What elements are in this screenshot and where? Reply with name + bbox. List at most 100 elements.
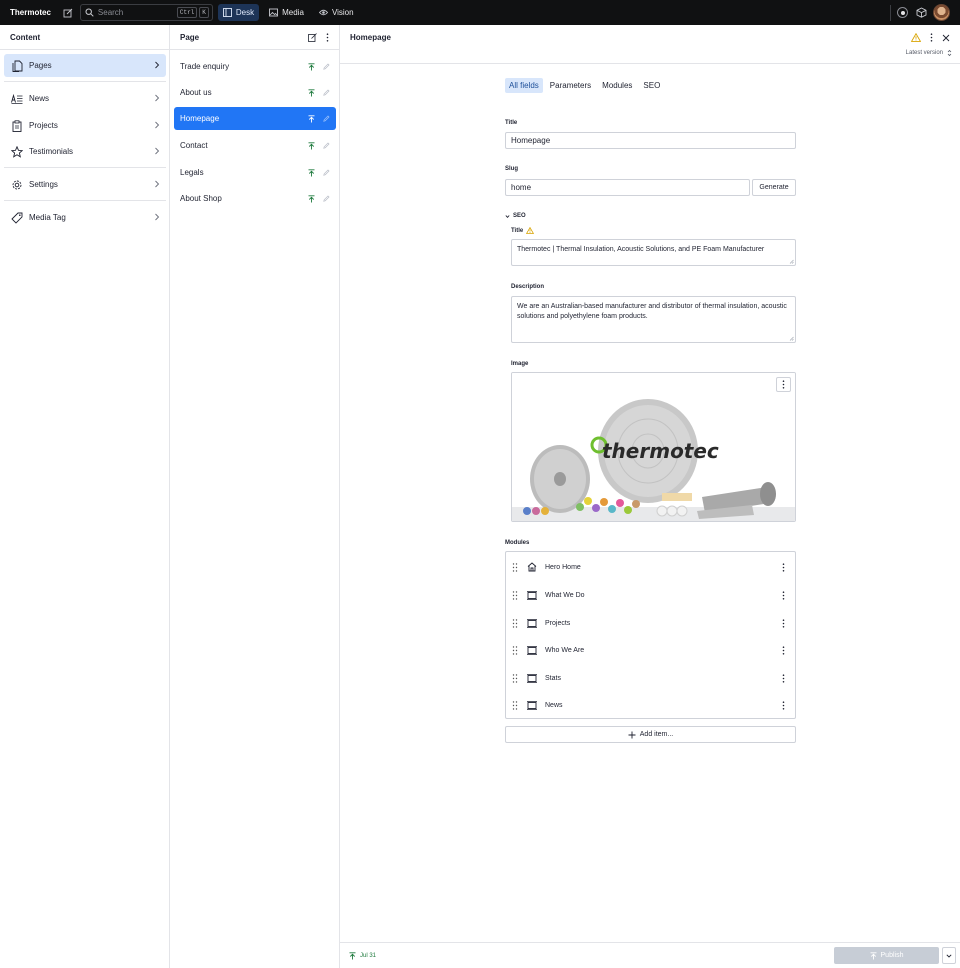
version-select[interactable]: Latest version <box>906 49 952 57</box>
chevron-up-down-icon <box>947 49 952 57</box>
search-input[interactable]: Search Ctrl K <box>79 4 213 21</box>
warning-icon[interactable] <box>526 227 535 234</box>
seo-title-field[interactable]: Thermotec | Thermal Insulation, Acoustic… <box>511 239 796 266</box>
cube-icon[interactable] <box>916 7 927 18</box>
list-item[interactable]: Contact <box>174 134 336 157</box>
publish-button[interactable]: Publish <box>834 947 939 964</box>
sidebar-item-news[interactable]: News <box>4 87 166 110</box>
chevron-right-icon <box>154 147 160 157</box>
tag-icon <box>10 212 24 224</box>
list-item[interactable]: Trade enquiry <box>174 55 336 78</box>
image-options-button[interactable] <box>776 377 791 392</box>
list-item[interactable]: Who We Are <box>506 636 795 664</box>
resize-handle-icon[interactable] <box>789 259 794 264</box>
drag-handle-icon[interactable] <box>512 645 518 655</box>
list-item[interactable]: Hero Home <box>506 553 795 581</box>
sidebar-item-label: Media Tag <box>29 213 66 222</box>
star-icon <box>10 145 24 158</box>
tool-media[interactable]: Media <box>264 4 309 21</box>
published-icon <box>308 168 315 176</box>
gear-icon <box>10 179 24 191</box>
shortcut-key-k: K <box>199 7 209 18</box>
module-label: What We Do <box>545 591 585 599</box>
sidebar-item-testimonials[interactable]: Testimonials <box>4 140 166 163</box>
document-title: Homepage <box>350 33 391 42</box>
tab-seo[interactable]: SEO <box>639 78 664 93</box>
tab-all-fields[interactable]: All fields <box>505 78 543 93</box>
tool-desk-label: Desk <box>235 8 255 17</box>
more-vertical-icon[interactable] <box>782 673 785 683</box>
add-item-button[interactable]: Add item... <box>505 726 796 743</box>
list-item-label: Homepage <box>180 114 220 123</box>
version-label: Latest version <box>905 50 943 56</box>
modules-list: Hero Home What We Do Projects Who We Are… <box>505 551 796 719</box>
more-vertical-icon[interactable] <box>326 32 329 42</box>
seo-image[interactable]: thermotec <box>511 372 796 522</box>
publish-label: Publish <box>880 952 904 959</box>
divider <box>4 200 166 201</box>
search-icon <box>85 8 94 17</box>
sidebar-item-media-tag[interactable]: Media Tag <box>4 206 166 229</box>
chevron-right-icon <box>154 94 160 104</box>
list-item[interactable]: News <box>506 691 795 719</box>
chevron-right-icon <box>154 180 160 190</box>
more-vertical-icon[interactable] <box>782 618 785 628</box>
list-item[interactable]: What We Do <box>506 581 795 609</box>
compose-icon[interactable] <box>62 7 74 19</box>
tool-desk[interactable]: Desk <box>217 4 260 21</box>
more-vertical-icon <box>782 380 785 389</box>
more-vertical-icon[interactable] <box>930 33 933 42</box>
avatar[interactable] <box>933 4 950 21</box>
more-vertical-icon[interactable] <box>782 590 785 600</box>
compose-icon[interactable] <box>308 32 317 42</box>
content-pane-title: Content <box>0 25 169 50</box>
page-pane-title: Page <box>180 32 200 42</box>
more-vertical-icon[interactable] <box>782 562 785 572</box>
sidebar-item-projects[interactable]: Projects <box>4 114 166 137</box>
module-label: Hero Home <box>545 563 581 571</box>
published-status[interactable]: Jul 31 <box>349 951 377 960</box>
drag-handle-icon[interactable] <box>512 618 518 628</box>
drag-handle-icon[interactable] <box>512 562 518 572</box>
app-title[interactable]: Thermotec <box>10 8 51 17</box>
sidebar-item-label: Pages <box>29 61 52 70</box>
title-field[interactable]: Homepage <box>505 132 796 149</box>
warning-icon[interactable] <box>911 33 921 42</box>
seo-description-field[interactable]: We are an Australian-based manufacturer … <box>511 296 796 343</box>
sidebar-item-settings[interactable]: Settings <box>4 173 166 196</box>
close-icon[interactable] <box>942 34 950 42</box>
list-item-selected[interactable]: Homepage <box>174 107 336 130</box>
sidebar-item-pages[interactable]: Pages <box>4 54 166 77</box>
drag-handle-icon[interactable] <box>512 590 518 600</box>
list-item[interactable]: Projects <box>506 609 795 637</box>
publish-icon <box>870 951 877 959</box>
published-date: Jul 31 <box>360 952 377 959</box>
seo-image-label: Image <box>511 361 529 367</box>
divider <box>4 81 166 82</box>
chevron-down-icon <box>505 214 510 218</box>
list-item[interactable]: About Shop <box>174 187 336 210</box>
slug-field[interactable]: home <box>505 179 750 196</box>
status-icon[interactable] <box>897 7 908 18</box>
list-item[interactable]: About us <box>174 81 336 104</box>
list-item[interactable]: Legals <box>174 161 336 184</box>
sidebar-item-label: Testimonials <box>29 147 74 156</box>
tab-parameters[interactable]: Parameters <box>546 78 595 93</box>
seo-section-label: SEO <box>513 213 526 219</box>
editor-header: Homepage <box>340 25 960 50</box>
publish-menu-button[interactable] <box>942 947 956 964</box>
tab-modules[interactable]: Modules <box>598 78 636 93</box>
drag-handle-icon[interactable] <box>512 673 518 683</box>
seo-section-toggle[interactable]: SEO <box>505 213 526 219</box>
generate-button[interactable]: Generate <box>752 179 796 196</box>
tool-vision[interactable]: Vision <box>314 4 359 21</box>
more-vertical-icon[interactable] <box>782 700 785 710</box>
list-item[interactable]: Stats <box>506 664 795 692</box>
sidebar-item-label: News <box>29 94 50 103</box>
more-vertical-icon[interactable] <box>782 645 785 655</box>
seo-description-label: Description <box>511 284 545 290</box>
chevron-right-icon <box>154 213 160 223</box>
editor-pane: Homepage Latest version All fields Param… <box>340 25 960 968</box>
resize-handle-icon[interactable] <box>789 336 794 341</box>
drag-handle-icon[interactable] <box>512 700 518 710</box>
